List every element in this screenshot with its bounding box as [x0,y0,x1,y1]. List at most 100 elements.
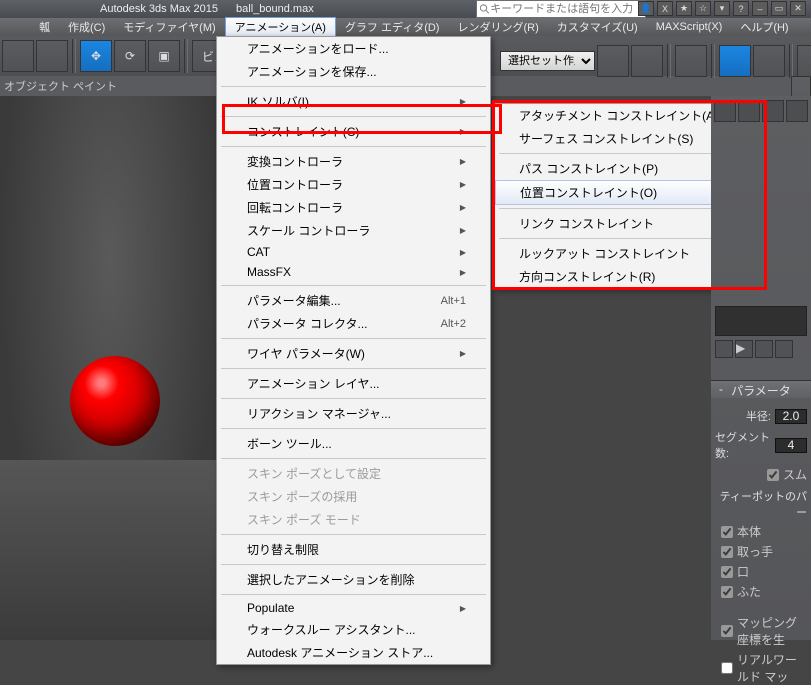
exchange-icon[interactable]: X [657,1,673,16]
object-preview [715,306,807,336]
tool-btn-align[interactable] [719,45,751,77]
menu-item[interactable]: グラフ エディタ(D) [336,18,449,36]
min-icon[interactable]: – [752,1,768,16]
prev-btn-3[interactable] [755,340,773,358]
menu-shortcut: Alt+1 [441,295,466,307]
tool-btn-layer[interactable] [753,45,785,77]
menu-item-label: 位置コントローラ [247,176,343,193]
menu-item-label: パラメータ コレクタ... [247,315,368,332]
tool-btn-move[interactable]: ✥ [80,40,112,72]
tab-modify[interactable] [738,100,760,122]
menu-item[interactable]: アニメーションをロード... [217,37,490,60]
input-radius[interactable] [775,409,807,424]
viewport-perspective[interactable] [0,96,220,640]
label-handle: 取っ手 [737,543,773,560]
menu-shortcut: Alt+2 [441,318,466,330]
menu-item[interactable]: アニメーション(A) [225,17,336,37]
close-icon[interactable]: ✕ [790,1,806,16]
help-search-input[interactable] [490,3,643,15]
menu-item[interactable]: CAT [217,242,490,262]
tool-btn-redo[interactable] [36,40,68,72]
menubar[interactable]: 瓡作成(C)モディファイヤ(M)アニメーション(A)グラフ エディタ(D)レンダ… [0,18,811,36]
menu-item[interactable]: カスタマイズ(U) [548,18,647,36]
menu-item[interactable]: Populate [217,598,490,618]
menu-item-label: 切り替え制限 [247,541,319,558]
ribbon-tab-paint[interactable]: オブジェクト ペイント [4,78,117,94]
label-spout: ふた [737,583,761,600]
down-icon[interactable]: ▾ [714,1,730,16]
help-icon[interactable]: ? [733,1,749,16]
tool-btn-rotate[interactable]: ⟳ [114,40,146,72]
menu-item[interactable]: モディファイヤ(M) [114,18,224,36]
menu-item[interactable]: レンダリング(R) [448,18,547,36]
tool-btn-scale[interactable]: ▣ [148,40,180,72]
label-segments: セグメント数: [715,429,771,461]
chk-realworld[interactable] [721,662,733,674]
menu-item[interactable]: 切り替え制限 [217,538,490,561]
rollout-header-parameters[interactable]: - パラメータ [711,380,811,398]
menu-item-label: 選択したアニメーションを削除 [247,571,415,588]
menu-item[interactable]: 変換コントローラ [217,150,490,173]
chk-smooth[interactable] [767,469,779,481]
menu-animation[interactable]: アニメーションをロード... アニメーションを保存... IK ソルバ(I) コンスト… [216,36,491,665]
menu-item-label: スキン ポーズの採用 [247,488,357,505]
menu-item[interactable]: 位置コントローラ [217,173,490,196]
chk-lid[interactable] [721,566,733,578]
signin-icon[interactable]: 👤 [638,1,654,16]
tool-btn-curve[interactable] [797,45,811,77]
chk-mapping[interactable] [721,625,733,637]
menu-item[interactable]: Autodesk アニメーション ストア... [217,641,490,664]
prev-btn-4[interactable] [775,340,793,358]
menu-item[interactable]: MassFX [217,262,490,282]
menu-item[interactable]: パラメータ編集...Alt+1 [217,289,490,312]
prev-btn-1[interactable] [715,340,733,358]
menu-separator [221,534,486,535]
menu-separator [221,564,486,565]
chk-spout[interactable] [721,586,733,598]
prev-btn-2[interactable]: ▶ [735,340,753,358]
named-selection-set[interactable]: 選択セット作成 [500,51,595,71]
menu-item[interactable]: ヘルプ(H) [731,18,797,36]
menu-separator [221,338,486,339]
menu-item[interactable]: パラメータ コレクタ... Alt+2 [217,312,490,335]
menu-item[interactable]: ボーン ツール... [217,432,490,455]
menu-item-label: スケール コントローラ [247,222,370,239]
max-icon[interactable]: ▭ [771,1,787,16]
viewport-object-ball[interactable] [70,356,160,446]
label-radius: 半径: [746,408,771,424]
star-icon[interactable]: ★ [676,1,692,16]
menu-item[interactable]: アニメーションを保存... [217,60,490,83]
tool-btn-b[interactable] [631,45,663,77]
tool-btn-a[interactable] [597,45,629,77]
menu-item[interactable]: 回転コントローラ [217,196,490,219]
menu-item[interactable]: ウォークスルー アシスタント... [217,618,490,641]
menu-item[interactable]: ワイヤ パラメータ(W) [217,342,490,365]
tab-create[interactable] [714,100,736,122]
menu-item[interactable]: IK ソルバ(I) [217,90,490,113]
viewport[interactable] [0,96,220,640]
menu-item-label: CAT [247,245,270,259]
tab-hierarchy[interactable] [762,100,784,122]
help-search[interactable] [476,0,646,18]
menu-item[interactable]: MAXScript(X) [647,20,732,34]
menu-item-label: ワイヤ パラメータ(W) [247,345,365,362]
menu-item[interactable]: アニメーション レイヤ... [217,372,490,395]
tab-motion[interactable] [786,100,808,122]
menu-item[interactable]: 選択したアニメーションを削除 [217,568,490,591]
menu-item[interactable]: コンストレイント(C) [217,120,490,143]
label-body: 本体 [737,523,761,540]
menu-item[interactable]: スケール コントローラ [217,219,490,242]
menu-item[interactable]: 作成(C) [59,18,114,36]
menu-separator [221,594,486,595]
chk-body[interactable] [721,526,733,538]
tool-btn-undo[interactable] [2,40,34,72]
menu-item-label: ボーン ツール... [247,435,332,452]
tool-btn-mirror[interactable] [675,45,707,77]
menu-item-label: 変換コントローラ [247,153,343,170]
menu-item-label: アニメーションを保存... [247,63,377,80]
input-segments[interactable] [775,438,807,453]
star2-icon[interactable]: ☆ [695,1,711,16]
menu-item[interactable]: リアクション マネージャ... [217,402,490,425]
chk-handle[interactable] [721,546,733,558]
menu-item[interactable]: 瓡 [30,18,59,36]
